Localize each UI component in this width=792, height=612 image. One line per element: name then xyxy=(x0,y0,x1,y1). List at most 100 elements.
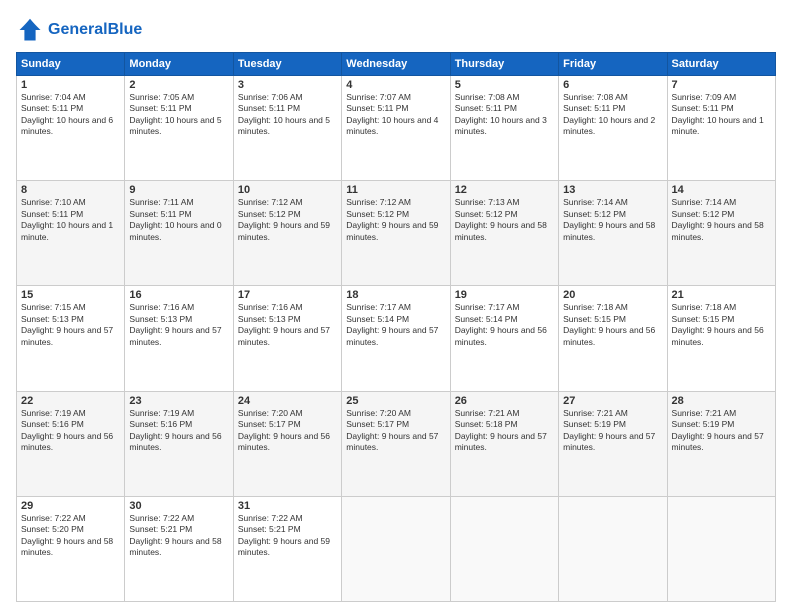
day-number: 8 xyxy=(21,184,120,196)
col-header-monday: Monday xyxy=(125,53,233,76)
day-info: Sunrise: 7:18 AMSunset: 5:15 PMDaylight:… xyxy=(563,302,662,348)
day-info: Sunrise: 7:07 AMSunset: 5:11 PMDaylight:… xyxy=(346,92,445,138)
day-cell: 7 Sunrise: 7:09 AMSunset: 5:11 PMDayligh… xyxy=(667,76,775,181)
day-cell: 5 Sunrise: 7:08 AMSunset: 5:11 PMDayligh… xyxy=(450,76,558,181)
day-number: 21 xyxy=(672,289,771,301)
logo-icon xyxy=(16,16,44,44)
day-number: 7 xyxy=(672,79,771,91)
day-cell: 25 Sunrise: 7:20 AMSunset: 5:17 PMDaylig… xyxy=(342,391,450,496)
day-info: Sunrise: 7:16 AMSunset: 5:13 PMDaylight:… xyxy=(238,302,337,348)
day-cell: 4 Sunrise: 7:07 AMSunset: 5:11 PMDayligh… xyxy=(342,76,450,181)
day-info: Sunrise: 7:22 AMSunset: 5:20 PMDaylight:… xyxy=(21,513,120,559)
day-number: 15 xyxy=(21,289,120,301)
day-info: Sunrise: 7:12 AMSunset: 5:12 PMDaylight:… xyxy=(238,197,337,243)
day-number: 5 xyxy=(455,79,554,91)
day-info: Sunrise: 7:04 AMSunset: 5:11 PMDaylight:… xyxy=(21,92,120,138)
day-cell: 29 Sunrise: 7:22 AMSunset: 5:20 PMDaylig… xyxy=(17,496,125,601)
day-info: Sunrise: 7:19 AMSunset: 5:16 PMDaylight:… xyxy=(21,408,120,454)
day-info: Sunrise: 7:22 AMSunset: 5:21 PMDaylight:… xyxy=(129,513,228,559)
day-cell: 9 Sunrise: 7:11 AMSunset: 5:11 PMDayligh… xyxy=(125,181,233,286)
col-header-wednesday: Wednesday xyxy=(342,53,450,76)
day-cell: 26 Sunrise: 7:21 AMSunset: 5:18 PMDaylig… xyxy=(450,391,558,496)
day-info: Sunrise: 7:11 AMSunset: 5:11 PMDaylight:… xyxy=(129,197,228,243)
day-number: 2 xyxy=(129,79,228,91)
day-number: 16 xyxy=(129,289,228,301)
day-number: 19 xyxy=(455,289,554,301)
day-cell xyxy=(559,496,667,601)
day-number: 25 xyxy=(346,395,445,407)
day-number: 13 xyxy=(563,184,662,196)
day-number: 28 xyxy=(672,395,771,407)
day-info: Sunrise: 7:18 AMSunset: 5:15 PMDaylight:… xyxy=(672,302,771,348)
day-info: Sunrise: 7:14 AMSunset: 5:12 PMDaylight:… xyxy=(672,197,771,243)
logo-area: GeneralBlue xyxy=(16,16,142,44)
day-number: 30 xyxy=(129,500,228,512)
day-cell: 20 Sunrise: 7:18 AMSunset: 5:15 PMDaylig… xyxy=(559,286,667,391)
page: GeneralBlue SundayMondayTuesdayWednesday… xyxy=(0,0,792,612)
day-info: Sunrise: 7:15 AMSunset: 5:13 PMDaylight:… xyxy=(21,302,120,348)
day-number: 20 xyxy=(563,289,662,301)
day-cell: 27 Sunrise: 7:21 AMSunset: 5:19 PMDaylig… xyxy=(559,391,667,496)
day-cell: 16 Sunrise: 7:16 AMSunset: 5:13 PMDaylig… xyxy=(125,286,233,391)
logo-blue: Blue xyxy=(108,21,143,38)
day-number: 14 xyxy=(672,184,771,196)
day-cell: 2 Sunrise: 7:05 AMSunset: 5:11 PMDayligh… xyxy=(125,76,233,181)
day-cell xyxy=(667,496,775,601)
day-cell: 6 Sunrise: 7:08 AMSunset: 5:11 PMDayligh… xyxy=(559,76,667,181)
col-header-friday: Friday xyxy=(559,53,667,76)
day-cell: 22 Sunrise: 7:19 AMSunset: 5:16 PMDaylig… xyxy=(17,391,125,496)
day-number: 24 xyxy=(238,395,337,407)
week-row-4: 22 Sunrise: 7:19 AMSunset: 5:16 PMDaylig… xyxy=(17,391,776,496)
calendar-table: SundayMondayTuesdayWednesdayThursdayFrid… xyxy=(16,52,776,602)
col-header-sunday: Sunday xyxy=(17,53,125,76)
day-number: 1 xyxy=(21,79,120,91)
header: GeneralBlue xyxy=(16,16,776,44)
day-number: 6 xyxy=(563,79,662,91)
day-info: Sunrise: 7:13 AMSunset: 5:12 PMDaylight:… xyxy=(455,197,554,243)
day-cell: 3 Sunrise: 7:06 AMSunset: 5:11 PMDayligh… xyxy=(233,76,341,181)
day-cell: 30 Sunrise: 7:22 AMSunset: 5:21 PMDaylig… xyxy=(125,496,233,601)
day-info: Sunrise: 7:20 AMSunset: 5:17 PMDaylight:… xyxy=(346,408,445,454)
day-number: 18 xyxy=(346,289,445,301)
day-number: 12 xyxy=(455,184,554,196)
day-number: 27 xyxy=(563,395,662,407)
day-cell: 23 Sunrise: 7:19 AMSunset: 5:16 PMDaylig… xyxy=(125,391,233,496)
day-cell: 18 Sunrise: 7:17 AMSunset: 5:14 PMDaylig… xyxy=(342,286,450,391)
day-number: 31 xyxy=(238,500,337,512)
day-number: 23 xyxy=(129,395,228,407)
day-number: 10 xyxy=(238,184,337,196)
day-cell xyxy=(450,496,558,601)
day-number: 3 xyxy=(238,79,337,91)
day-info: Sunrise: 7:06 AMSunset: 5:11 PMDaylight:… xyxy=(238,92,337,138)
day-number: 4 xyxy=(346,79,445,91)
day-cell: 17 Sunrise: 7:16 AMSunset: 5:13 PMDaylig… xyxy=(233,286,341,391)
day-info: Sunrise: 7:21 AMSunset: 5:19 PMDaylight:… xyxy=(672,408,771,454)
day-number: 26 xyxy=(455,395,554,407)
day-info: Sunrise: 7:09 AMSunset: 5:11 PMDaylight:… xyxy=(672,92,771,138)
day-info: Sunrise: 7:10 AMSunset: 5:11 PMDaylight:… xyxy=(21,197,120,243)
week-row-3: 15 Sunrise: 7:15 AMSunset: 5:13 PMDaylig… xyxy=(17,286,776,391)
logo-general: General xyxy=(48,21,108,38)
day-cell: 14 Sunrise: 7:14 AMSunset: 5:12 PMDaylig… xyxy=(667,181,775,286)
day-cell: 15 Sunrise: 7:15 AMSunset: 5:13 PMDaylig… xyxy=(17,286,125,391)
day-info: Sunrise: 7:17 AMSunset: 5:14 PMDaylight:… xyxy=(455,302,554,348)
day-info: Sunrise: 7:08 AMSunset: 5:11 PMDaylight:… xyxy=(455,92,554,138)
day-cell: 13 Sunrise: 7:14 AMSunset: 5:12 PMDaylig… xyxy=(559,181,667,286)
day-cell: 28 Sunrise: 7:21 AMSunset: 5:19 PMDaylig… xyxy=(667,391,775,496)
day-info: Sunrise: 7:05 AMSunset: 5:11 PMDaylight:… xyxy=(129,92,228,138)
day-cell: 24 Sunrise: 7:20 AMSunset: 5:17 PMDaylig… xyxy=(233,391,341,496)
col-header-saturday: Saturday xyxy=(667,53,775,76)
day-cell: 10 Sunrise: 7:12 AMSunset: 5:12 PMDaylig… xyxy=(233,181,341,286)
day-number: 11 xyxy=(346,184,445,196)
day-cell: 31 Sunrise: 7:22 AMSunset: 5:21 PMDaylig… xyxy=(233,496,341,601)
day-info: Sunrise: 7:17 AMSunset: 5:14 PMDaylight:… xyxy=(346,302,445,348)
day-cell: 12 Sunrise: 7:13 AMSunset: 5:12 PMDaylig… xyxy=(450,181,558,286)
day-info: Sunrise: 7:22 AMSunset: 5:21 PMDaylight:… xyxy=(238,513,337,559)
day-cell: 8 Sunrise: 7:10 AMSunset: 5:11 PMDayligh… xyxy=(17,181,125,286)
week-row-2: 8 Sunrise: 7:10 AMSunset: 5:11 PMDayligh… xyxy=(17,181,776,286)
day-info: Sunrise: 7:16 AMSunset: 5:13 PMDaylight:… xyxy=(129,302,228,348)
day-info: Sunrise: 7:20 AMSunset: 5:17 PMDaylight:… xyxy=(238,408,337,454)
day-cell xyxy=(342,496,450,601)
day-info: Sunrise: 7:08 AMSunset: 5:11 PMDaylight:… xyxy=(563,92,662,138)
day-info: Sunrise: 7:19 AMSunset: 5:16 PMDaylight:… xyxy=(129,408,228,454)
